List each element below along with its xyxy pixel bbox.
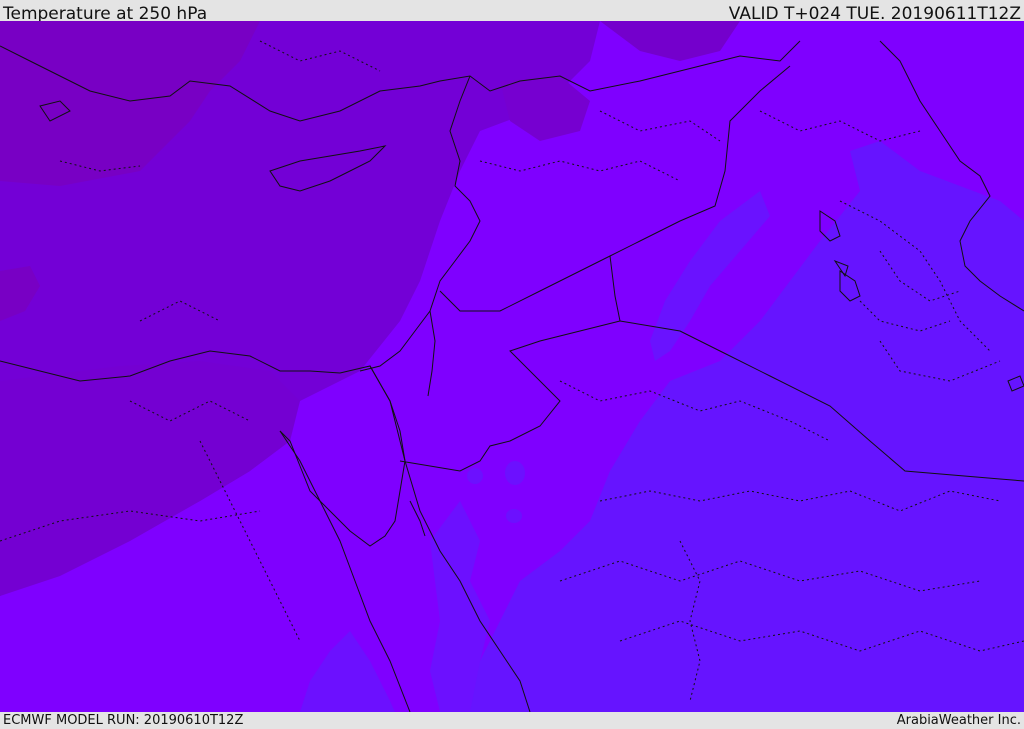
model-run-label: ECMWF MODEL RUN: 20190610T12Z <box>3 713 244 728</box>
weather-map[interactable] <box>0 21 1024 712</box>
footer-bar: ECMWF MODEL RUN: 20190610T12Z ArabiaWeat… <box>0 712 1024 729</box>
blob-3 <box>506 509 522 523</box>
blob-1 <box>505 461 525 485</box>
header-bar: Temperature at 250 hPa VALID T+024 TUE. … <box>0 0 1024 24</box>
blob-2 <box>467 468 483 484</box>
temperature-map-svg <box>0 21 1024 712</box>
credit-label: ArabiaWeather Inc. <box>896 713 1021 728</box>
